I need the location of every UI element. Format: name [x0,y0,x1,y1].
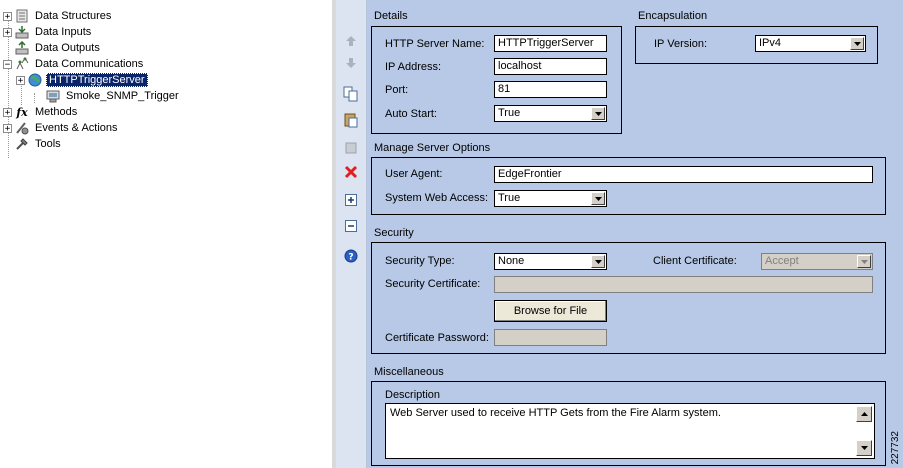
description-label: Description [385,389,441,401]
security-type-select[interactable]: None [494,253,607,270]
chevron-down-icon[interactable] [591,255,605,268]
auto-start-value: True [498,107,521,119]
manage-server-options-group: User Agent: EdgeFrontier System Web Acce… [371,157,886,215]
system-web-access-label: System Web Access: [385,192,489,204]
chevron-down-icon[interactable] [857,255,871,268]
http-server-name-label: HTTP Server Name: [385,38,485,50]
expand-icon[interactable]: + [3,123,12,133]
certificate-password-label: Certificate Password: [385,332,489,344]
certificate-password-field[interactable] [494,329,607,346]
encapsulation-section-title: Encapsulation [638,10,708,22]
figure-number: 227732 [890,430,901,464]
auto-start-label: Auto Start: [385,108,437,120]
http-server-name-field[interactable]: HTTPTriggerServer [494,35,607,52]
help-icon[interactable]: ? [343,248,359,264]
data-structures-icon [15,9,29,23]
miscellaneous-group: Description Web Server used to receive H… [371,381,886,466]
ip-version-value: IPv4 [759,37,782,49]
globe-icon [28,73,42,87]
move-up-icon[interactable] [343,33,359,49]
events-icon [15,121,29,135]
client-certificate-value: Accept [765,255,799,267]
chevron-down-icon[interactable] [591,107,605,120]
tree-item-label: Tools [35,138,61,150]
tree-item-label: Events & Actions [35,122,118,134]
chevron-down-icon[interactable] [850,37,864,50]
tree-connector [34,93,35,103]
miscellaneous-section-title: Miscellaneous [374,366,444,378]
client-certificate-label: Client Certificate: [653,255,737,267]
security-certificate-label: Security Certificate: [385,278,481,290]
trigger-icon [46,89,60,103]
details-section-title: Details [374,10,408,22]
security-group: Security Type: None Client Certificate: … [371,242,886,354]
tree-item-label: Data Outputs [35,42,100,54]
data-communications-icon [15,57,29,71]
tree-item-label: Data Structures [35,10,112,22]
tools-icon [15,137,29,151]
scroll-down-icon[interactable] [856,440,872,456]
ip-address-label: IP Address: [385,61,442,73]
paste-icon[interactable] [343,112,359,128]
security-type-value: None [498,255,525,267]
tree-item-data-outputs[interactable]: Data Outputs [15,40,102,56]
expand-all-icon[interactable] [343,192,359,208]
delete-icon[interactable] [343,164,359,180]
tree-item-label: Data Inputs [35,26,92,38]
tree-item-data-inputs[interactable]: + Data Inputs [3,24,93,40]
expand-icon[interactable]: + [3,107,12,117]
browse-for-file-button[interactable]: Browse for File [494,300,607,322]
methods-icon: fx [16,105,28,119]
port-field[interactable]: 81 [494,81,607,98]
tree-item-tools[interactable]: Tools [15,136,63,152]
properties-panel: Details HTTP Server Name: HTTPTriggerSer… [367,0,903,468]
scroll-up-icon[interactable] [856,406,872,422]
tree-item-label: HTTPTriggerServer [46,73,148,87]
manage-server-options-title: Manage Server Options [374,142,491,154]
collapse-all-icon[interactable] [343,218,359,234]
encapsulation-group: IP Version: IPv4 [635,26,878,64]
disabled-action-icon[interactable] [343,140,359,156]
auto-start-select[interactable]: True [494,105,607,122]
tree-item-label: Methods [35,106,78,118]
move-down-icon[interactable] [343,55,359,71]
tree-item-data-structures[interactable]: + Data Structures [3,8,113,24]
system-web-access-value: True [498,192,521,204]
security-certificate-field[interactable] [494,276,873,293]
vertical-toolbar: ? [336,0,367,468]
data-inputs-icon [15,25,29,39]
ip-version-label: IP Version: [654,38,707,50]
client-certificate-select[interactable]: Accept [761,253,873,270]
port-label: Port: [385,84,409,96]
tree-item-data-communications[interactable]: − Data Communications [3,56,145,72]
description-scrollbar[interactable] [856,406,872,456]
tree-item-label: Data Communications [35,58,144,70]
svg-text:?: ? [348,253,353,263]
description-field[interactable]: Web Server used to receive HTTP Gets fro… [385,403,875,459]
expand-icon[interactable]: + [16,75,25,85]
user-agent-field[interactable]: EdgeFrontier [494,166,873,183]
copy-icon[interactable] [343,86,359,102]
tree-item-httptriggerserver[interactable]: + HTTPTriggerServer [16,72,148,88]
tree-item-events-actions[interactable]: + Events & Actions [3,120,120,136]
ip-address-field[interactable]: localhost [494,58,607,75]
expand-icon[interactable]: + [3,11,12,21]
description-text: Web Server used to receive HTTP Gets fro… [390,407,721,419]
collapse-icon[interactable]: − [3,59,12,69]
tree-item-label: Smoke_SNMP_Trigger [66,90,179,102]
details-group: HTTP Server Name: HTTPTriggerServer IP A… [371,26,622,134]
system-web-access-select[interactable]: True [494,190,607,207]
ip-version-select[interactable]: IPv4 [755,35,866,52]
tree-item-methods[interactable]: + fx Methods [3,104,79,120]
security-type-label: Security Type: [385,255,455,267]
tree-item-smoke-snmp-trigger[interactable]: Smoke_SNMP_Trigger [46,88,181,104]
expand-icon[interactable]: + [3,27,12,37]
security-section-title: Security [374,227,414,239]
chevron-down-icon[interactable] [591,192,605,205]
user-agent-label: User Agent: [385,168,443,180]
tree-panel: + Data Structures + Data Inputs Data Out… [0,0,332,468]
data-outputs-icon [15,41,29,55]
